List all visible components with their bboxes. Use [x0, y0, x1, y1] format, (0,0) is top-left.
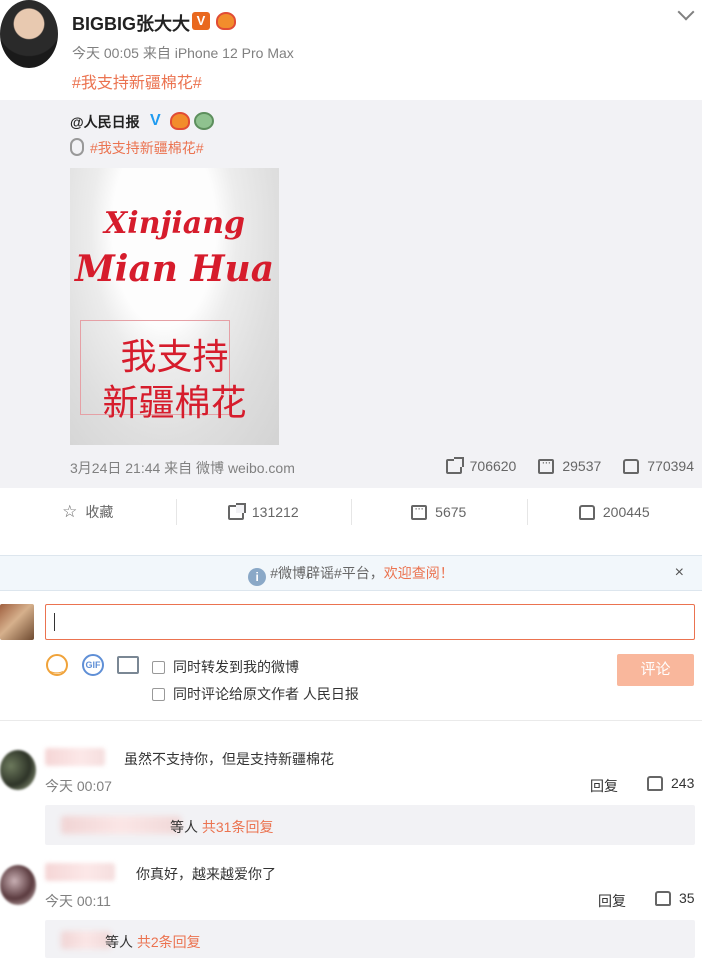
comment-author-checkbox[interactable]: [152, 687, 165, 701]
comment-like-button[interactable]: 243: [647, 775, 694, 791]
image-text-cotton: 新疆棉花: [102, 382, 247, 423]
image-icon[interactable]: [117, 656, 139, 674]
original-comment-count: 29537: [562, 458, 602, 474]
original-topic-label[interactable]: #我支持新疆棉花#: [90, 140, 204, 156]
like-button[interactable]: 200445: [526, 490, 702, 534]
sub-replies-box[interactable]: 等人 共2条回复: [45, 920, 695, 958]
sub-replies-box[interactable]: 等人 共31条回复: [45, 805, 695, 845]
commenter-avatar[interactable]: [0, 865, 36, 905]
reply-button[interactable]: 回复: [590, 776, 618, 796]
info-icon: i: [248, 568, 267, 586]
favorite-button[interactable]: ☆ 收藏: [0, 490, 176, 534]
original-topic[interactable]: #我支持新疆棉花#: [70, 138, 204, 158]
sub-replies-summary[interactable]: 等人 共31条回复: [170, 817, 273, 837]
sub-replies-suffix: 等人: [170, 819, 198, 835]
badge-icon: [194, 112, 214, 130]
comment-time: 今天 00:07: [45, 778, 112, 794]
reposted-content: @人民日报 V #我支持新疆棉花# Xinjiang Mian Hua 我支持 …: [0, 100, 702, 488]
original-comment[interactable]: 29537: [538, 455, 602, 474]
original-stats: 706620 29537 770394: [445, 455, 694, 474]
verified-badge-icon: V: [192, 12, 210, 30]
star-icon: ☆: [62, 502, 78, 521]
post-meta: 今天 00:05 来自 iPhone 12 Pro Max: [72, 45, 294, 61]
post-image[interactable]: Xinjiang Mian Hua 我支持 新疆棉花: [70, 168, 279, 445]
reply-button[interactable]: 回复: [598, 891, 626, 911]
notice-link[interactable]: 欢迎查阅！: [384, 565, 454, 581]
comment-like-button[interactable]: 35: [655, 890, 695, 906]
medal-icon: [216, 12, 236, 30]
comment-time: 今天 00:11: [45, 893, 111, 909]
comment-author-checkbox-label: 同时评论给原文作者 人民日报: [173, 686, 359, 702]
original-forward[interactable]: 706620: [445, 456, 517, 474]
comment-like-count: 35: [679, 890, 695, 906]
comment-text: 虽然不支持你，但是支持新疆棉花: [124, 751, 334, 767]
emoji-icon[interactable]: [46, 654, 68, 676]
rumor-notice: i #微博辟谣#平台，欢迎查阅！ ×: [0, 555, 702, 591]
forward-icon: [445, 456, 464, 474]
sub-reply-names-blurred: [61, 816, 181, 834]
chevron-down-icon[interactable]: [677, 3, 695, 21]
verified-blue-icon: V: [150, 112, 161, 129]
thumbs-up-icon: [655, 890, 671, 906]
notice-text: #微博辟谣#平台，: [270, 565, 384, 581]
comment-text: 你真好，越来越爱你了: [136, 866, 276, 882]
sub-replies-summary[interactable]: 等人 共2条回复: [105, 932, 201, 952]
text-caret: [54, 613, 55, 631]
sub-reply-names-blurred: [61, 931, 111, 949]
commenter-name-blurred[interactable]: [45, 863, 115, 881]
original-forward-count: 706620: [469, 458, 517, 474]
image-text-support: 我支持: [120, 336, 229, 377]
image-text-xinjiang: Xinjiang: [104, 206, 245, 241]
forward-checkbox-row[interactable]: 同时转发到我的微博: [152, 657, 299, 677]
original-meta: 3月24日 21:44 来自 微博 weibo.com: [70, 460, 295, 476]
weibo-post: BIGBIG张大大 V 今天 00:05 来自 iPhone 12 Pro Ma…: [0, 0, 702, 488]
my-avatar: [0, 604, 34, 640]
thumbs-up-icon: [647, 775, 663, 791]
commenter-avatar[interactable]: [0, 750, 36, 790]
author-name[interactable]: BIGBIG张大大: [72, 10, 190, 36]
post-topic-link[interactable]: #我支持新疆棉花#: [72, 69, 202, 93]
action-bar: ☆ 收藏 131212 5675 200445: [0, 490, 702, 534]
forward-checkbox[interactable]: [152, 660, 165, 674]
favorite-label: 收藏: [85, 504, 114, 520]
close-icon[interactable]: ×: [675, 556, 684, 590]
sub-replies-link[interactable]: 共31条回复: [202, 819, 274, 835]
comment-icon: [411, 501, 428, 520]
forward-icon: [227, 502, 246, 520]
comment-icon: [538, 455, 555, 474]
commenter-name-blurred[interactable]: [45, 748, 105, 766]
thumbs-up-icon: [623, 458, 640, 474]
comment-button[interactable]: 5675: [351, 490, 527, 534]
gif-icon[interactable]: GIF: [82, 654, 104, 676]
forward-count: 131212: [251, 504, 299, 520]
thumbs-up-icon: [578, 504, 595, 520]
divider: [0, 720, 702, 721]
original-like-count: 770394: [647, 458, 694, 474]
original-author[interactable]: @人民日报: [70, 112, 140, 132]
like-count: 200445: [602, 504, 650, 520]
comment-author-checkbox-row[interactable]: 同时评论给原文作者 人民日报: [152, 684, 359, 704]
author-avatar[interactable]: [0, 0, 58, 68]
image-text-mianhua: Mian Hua: [74, 248, 275, 290]
comment-input[interactable]: [45, 604, 695, 640]
comment-count: 5675: [435, 504, 467, 520]
comment-like-count: 243: [671, 775, 695, 791]
original-like[interactable]: 770394: [623, 458, 694, 474]
forward-checkbox-label: 同时转发到我的微博: [173, 659, 299, 675]
medal-icon: [170, 112, 190, 130]
microphone-icon: [70, 138, 84, 156]
submit-comment-button[interactable]: 评论: [617, 654, 694, 686]
sub-replies-suffix: 等人: [105, 934, 133, 950]
sub-replies-link[interactable]: 共2条回复: [137, 934, 201, 950]
forward-button[interactable]: 131212: [175, 490, 352, 534]
